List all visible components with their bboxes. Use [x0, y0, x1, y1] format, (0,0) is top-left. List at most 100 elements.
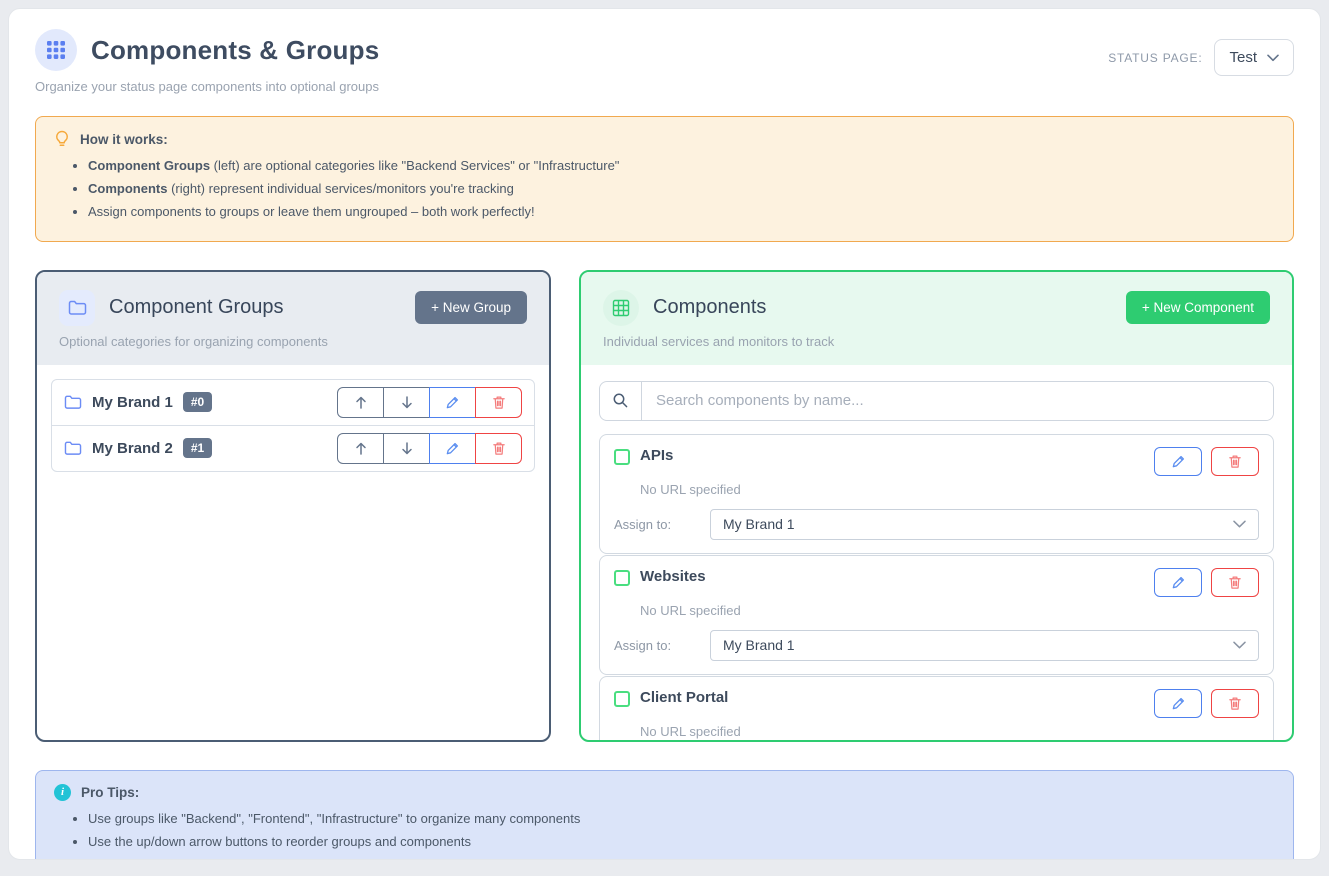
new-group-button[interactable]: + New Group	[415, 291, 527, 324]
how-it-works-bullet: Assign components to groups or leave the…	[88, 203, 1275, 221]
arrow-down-icon	[400, 395, 414, 410]
component-name: Websites	[640, 568, 706, 585]
groups-panel-title: Component Groups	[109, 296, 415, 319]
status-page-select[interactable]: Test	[1214, 39, 1294, 76]
chevron-down-icon	[1233, 520, 1246, 528]
groups-panel-subtitle: Optional categories for organizing compo…	[59, 334, 527, 349]
assign-group-value: My Brand 1	[723, 637, 795, 653]
chevron-down-icon	[1233, 641, 1246, 649]
trash-icon	[1228, 696, 1242, 711]
assign-group-select[interactable]: My Brand 1	[710, 509, 1259, 540]
components-panel-header: Components + New Component Individual se…	[581, 272, 1292, 365]
component-name: Client Portal	[640, 689, 728, 706]
component-name: APIs	[640, 447, 673, 464]
pro-tips-box: i Pro Tips: Use groups like "Backend", "…	[35, 770, 1294, 860]
component-checkbox[interactable]	[614, 449, 630, 465]
move-up-button[interactable]	[337, 387, 384, 418]
move-up-button[interactable]	[337, 433, 384, 464]
table-grid-icon	[603, 290, 639, 326]
new-component-button[interactable]: + New Component	[1126, 291, 1270, 324]
how-it-works-list: Component Groups (left) are optional cat…	[88, 157, 1275, 222]
trash-icon	[492, 395, 506, 410]
component-actions	[1154, 568, 1259, 597]
group-row-actions	[337, 433, 522, 464]
search-input[interactable]	[642, 382, 1273, 420]
delete-component-button[interactable]	[1211, 568, 1259, 597]
status-page-value: Test	[1229, 49, 1257, 66]
components-panel-title: Components	[653, 296, 1126, 319]
pro-tip-bullet: Use the up/down arrow buttons to reorder…	[88, 833, 1275, 851]
arrow-up-icon	[354, 441, 368, 456]
edit-component-button[interactable]	[1154, 689, 1202, 718]
component-card: Websites No URL specified	[599, 555, 1274, 675]
info-icon: i	[54, 784, 71, 801]
page-title: Components & Groups	[91, 35, 379, 66]
component-checkbox[interactable]	[614, 570, 630, 586]
page-header: Components & Groups Organize your status…	[35, 29, 1294, 94]
edit-group-button[interactable]	[429, 387, 476, 418]
groups-panel-header: Component Groups + New Group Optional ca…	[37, 272, 549, 365]
component-actions	[1154, 689, 1259, 718]
how-it-works-bullet: Components (right) represent individual …	[88, 180, 1275, 198]
how-it-works-bullet: Component Groups (left) are optional cat…	[88, 157, 1275, 175]
component-url-status: No URL specified	[640, 482, 1259, 497]
pro-tips-list: Use groups like "Backend", "Frontend", "…	[88, 810, 1275, 860]
components-body: APIs No URL specified Ass	[581, 365, 1292, 740]
pencil-icon	[1171, 454, 1186, 469]
pencil-icon	[1171, 575, 1186, 590]
page-subtitle: Organize your status page components int…	[35, 79, 379, 94]
move-down-button[interactable]	[383, 387, 430, 418]
folder-icon	[64, 440, 82, 456]
component-groups-panel: Component Groups + New Group Optional ca…	[35, 270, 551, 742]
grid-dots-icon	[35, 29, 77, 71]
edit-group-button[interactable]	[429, 433, 476, 464]
group-name: My Brand 1	[92, 394, 173, 411]
pencil-icon	[445, 395, 460, 410]
component-url-status: No URL specified	[640, 603, 1259, 618]
how-it-works-title: How it works:	[80, 132, 168, 147]
pencil-icon	[1171, 696, 1186, 711]
component-actions	[1154, 447, 1259, 476]
pencil-icon	[445, 441, 460, 456]
chevron-down-icon	[1267, 54, 1279, 62]
pro-tips-title: Pro Tips:	[81, 785, 139, 800]
group-row: My Brand 1 #0	[51, 379, 535, 426]
edit-component-button[interactable]	[1154, 568, 1202, 597]
move-down-button[interactable]	[383, 433, 430, 464]
folder-icon	[59, 290, 95, 326]
how-it-works-box: How it works: Component Groups (left) ar…	[35, 116, 1294, 242]
assign-to-label: Assign to:	[614, 638, 710, 653]
group-name: My Brand 2	[92, 440, 173, 457]
trash-icon	[1228, 454, 1242, 469]
group-order-badge: #0	[183, 392, 212, 412]
component-card: Client Portal No URL specified	[599, 676, 1274, 740]
delete-component-button[interactable]	[1211, 689, 1259, 718]
pro-tip-bullet: Components without a group will appear i…	[88, 856, 1275, 860]
assign-to-label: Assign to:	[614, 517, 710, 532]
group-row-actions	[337, 387, 522, 418]
lightbulb-icon	[54, 130, 70, 148]
panels-row: Component Groups + New Group Optional ca…	[35, 270, 1294, 742]
component-list: APIs No URL specified Ass	[599, 434, 1274, 740]
group-order-badge: #1	[183, 438, 212, 458]
pro-tip-bullet: Use groups like "Backend", "Frontend", "…	[88, 810, 1275, 828]
component-checkbox[interactable]	[614, 691, 630, 707]
status-page-label: STATUS PAGE:	[1108, 51, 1202, 65]
components-panel: Components + New Component Individual se…	[579, 270, 1294, 742]
edit-component-button[interactable]	[1154, 447, 1202, 476]
delete-component-button[interactable]	[1211, 447, 1259, 476]
component-card: APIs No URL specified Ass	[599, 434, 1274, 554]
delete-group-button[interactable]	[475, 387, 522, 418]
arrow-down-icon	[400, 441, 414, 456]
component-search	[599, 381, 1274, 421]
assign-group-value: My Brand 1	[723, 516, 795, 532]
delete-group-button[interactable]	[475, 433, 522, 464]
group-row: My Brand 2 #1	[51, 425, 535, 472]
trash-icon	[1228, 575, 1242, 590]
arrow-up-icon	[354, 395, 368, 410]
group-list: My Brand 1 #0	[37, 365, 549, 486]
assign-group-select[interactable]: My Brand 1	[710, 630, 1259, 661]
components-panel-subtitle: Individual services and monitors to trac…	[603, 334, 1270, 349]
folder-icon	[64, 394, 82, 410]
components-groups-page: Components & Groups Organize your status…	[8, 8, 1321, 860]
